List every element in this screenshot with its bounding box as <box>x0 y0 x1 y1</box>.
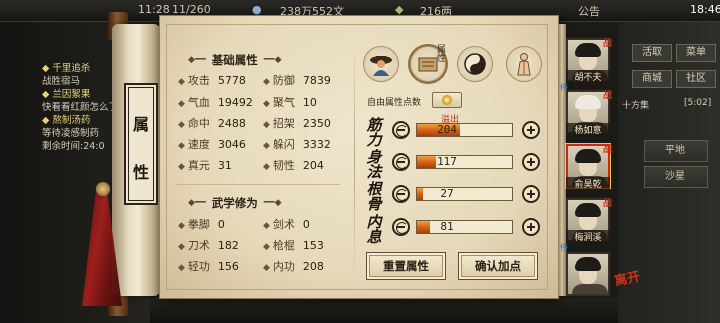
attr-bar-agility: 117 <box>416 155 513 169</box>
quest-item: 快看看红颜怎么了 <box>42 102 119 113</box>
attr-bar-breath: 81 <box>416 220 513 234</box>
minus-button-strength[interactable] <box>392 121 410 139</box>
attr-bar-constitution: 27 <box>416 187 513 201</box>
stat-hp: ◆ 气血 19492 <box>178 96 253 109</box>
stat-speed: ◆ 速度 3046 <box>178 138 246 151</box>
roster-rod <box>558 24 566 296</box>
attr-value: 27 <box>440 187 454 200</box>
stat-attack: ◆ 攻击 5778 <box>178 74 246 87</box>
free-points-label: 自由属性点数 <box>367 98 422 108</box>
tassel-knot <box>96 182 110 196</box>
menu-button-shop[interactable]: 商城 <box>632 70 672 88</box>
gem-icon: ◆ <box>395 3 404 16</box>
quest-item[interactable]: ◆ 兰因絮果 <box>42 86 90 100</box>
tab-character[interactable] <box>363 46 399 82</box>
stat-accuracy: ◆ 命中 2488 <box>178 117 246 130</box>
attr-value: 81 <box>440 220 454 233</box>
attr-value: 204 <box>437 123 457 136</box>
stat-toughness: ◆ 韧性 204 <box>263 159 324 172</box>
portrait-5[interactable] <box>566 252 610 296</box>
map-timer: [5:02] <box>684 98 712 108</box>
menu-button-caidan[interactable]: 菜单 <box>676 44 716 62</box>
topbar-clock: 18:46 <box>690 3 720 16</box>
stat-dodge: ◆ 躲闪 3332 <box>263 138 331 151</box>
bottom-toolbar <box>150 298 618 323</box>
plus-button-agility[interactable] <box>522 153 540 171</box>
attr-name-breath: 内息 <box>366 213 382 246</box>
martial-spear: ◆ 枪棍 153 <box>263 239 324 252</box>
attr-bar-strength: 204 <box>416 123 513 137</box>
attr-name-strength: 筋力 <box>366 116 382 149</box>
minus-button-agility[interactable] <box>392 153 410 171</box>
stat-defense: ◆ 防御 7839 <box>263 74 331 87</box>
meridian-body-icon <box>517 53 531 76</box>
divider-horizontal <box>176 184 340 185</box>
attr-name-agility: 身法 <box>366 148 382 181</box>
battle-mark: 战 <box>603 91 613 101</box>
hat-figure-icon <box>370 56 392 76</box>
portrait-name: 俞昊乾 <box>566 177 610 190</box>
battle-mark: 战 <box>603 199 613 209</box>
reset-attributes-button[interactable]: 重置属性 <box>366 252 446 280</box>
martial-fist: ◆ 拳脚 0 <box>178 218 225 231</box>
menu-button-huoqu[interactable]: 活取 <box>632 44 672 62</box>
attr-name-constitution: 根骨 <box>366 180 382 213</box>
panel-title: 属 性 <box>124 83 158 205</box>
portrait-name: 胡不夫 <box>566 70 610 83</box>
topbar-time-left: 11:28 <box>138 3 170 16</box>
quest-item[interactable]: ◆ 熬制汤药 <box>42 112 90 126</box>
title-char: 性 <box>132 163 149 182</box>
plus-button-breath[interactable] <box>522 218 540 236</box>
minus-button-breath[interactable] <box>392 218 410 236</box>
quest-item: 等待凌感制药 <box>42 128 100 139</box>
confirm-points-button[interactable]: 确认加点 <box>458 252 538 280</box>
martial-stats-heading: ◆━━ 武学修为 ━━◆ <box>188 196 282 210</box>
martial-inner: ◆ 内功 208 <box>263 260 324 273</box>
stat-true-energy: ◆ 真元 31 <box>178 159 232 172</box>
location-button-shaxing[interactable]: 沙星 <box>644 166 708 188</box>
location-button-pingdi[interactable]: 平地 <box>644 140 708 162</box>
quest-item[interactable]: ◆ 千里追杀 <box>42 60 90 74</box>
quest-item: 战胜宿马 <box>42 76 81 87</box>
stat-parry: ◆ 招架 2350 <box>263 117 331 130</box>
martial-blade: ◆ 刀术 182 <box>178 239 239 252</box>
active-tab-label: 属性 <box>435 44 445 62</box>
tab-martial[interactable] <box>457 46 493 82</box>
map-name: 十方集 <box>622 101 650 111</box>
plus-button-strength[interactable] <box>522 121 540 139</box>
battle-mark: 战 <box>603 145 613 155</box>
tab-meridians[interactable] <box>506 46 542 82</box>
title-char: 属 <box>132 115 149 134</box>
portrait-name: 杨如意 <box>566 123 610 136</box>
yin-yang-icon <box>464 53 486 75</box>
basic-stats-heading: ◆━━ 基础属性 ━━◆ <box>188 53 282 67</box>
plus-button-constitution[interactable] <box>522 185 540 203</box>
stat-focus: ◆ 聚气 10 <box>263 96 317 109</box>
topbar-food: 11/260 <box>172 3 211 16</box>
coin-icon: ● <box>252 3 262 16</box>
martial-lightness: ◆ 轻功 156 <box>178 260 239 273</box>
martial-sword: ◆ 剑术 0 <box>263 218 310 231</box>
portrait-name: 梅涧溪 <box>566 230 610 243</box>
notice-link[interactable]: 公告 <box>578 3 600 19</box>
quest-item: 剩余时间:24:0 <box>42 141 105 152</box>
battle-mark: 战 <box>603 39 613 49</box>
attr-value: 117 <box>437 155 457 168</box>
menu-button-community[interactable]: 社区 <box>676 70 716 88</box>
free-points-coin <box>432 92 462 108</box>
minus-button-constitution[interactable] <box>392 185 410 203</box>
divider-vertical <box>354 36 355 284</box>
